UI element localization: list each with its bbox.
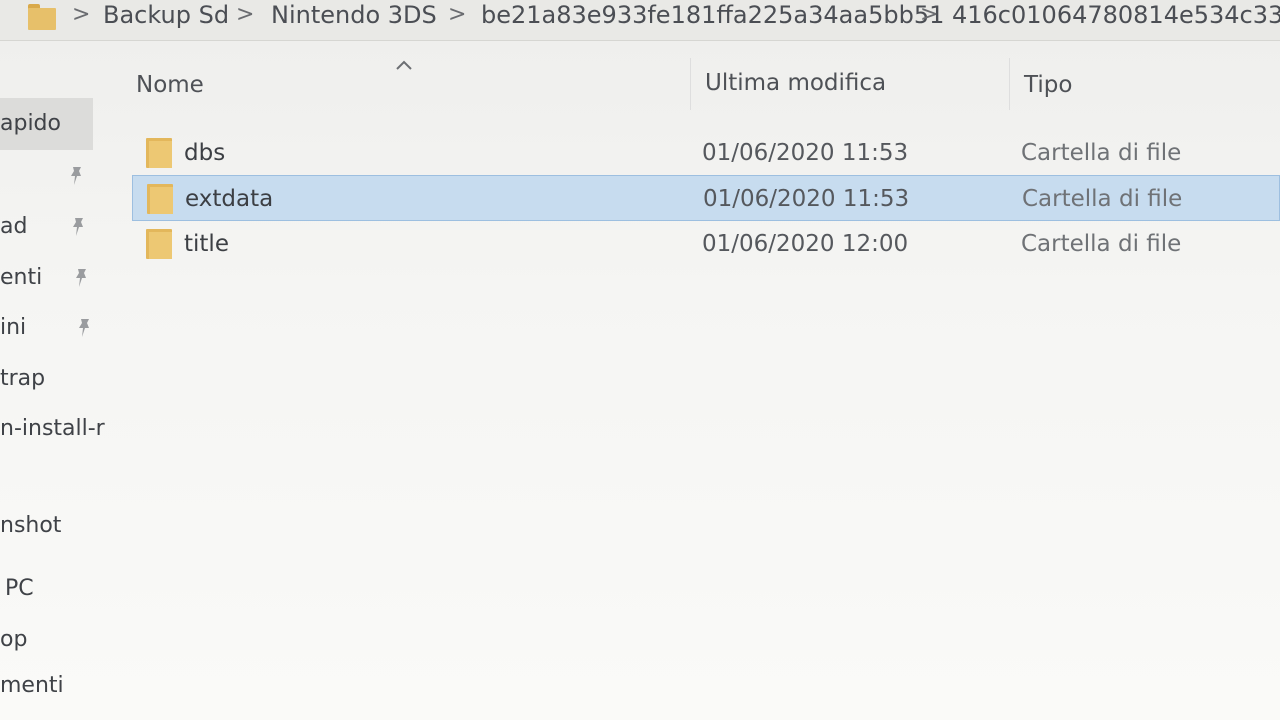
folder-icon [146,138,172,168]
file-modified: 01/06/2020 11:53 [703,186,910,212]
nav-item-label: menti [0,673,64,698]
file-explorer-window: > Backup Sd > Nintendo 3DS > be21a83e933… [0,0,1280,720]
column-header-modified[interactable]: Ultima modifica [705,70,886,96]
file-type: Cartella di file [1021,140,1182,166]
nav-item-label: n-install-r [0,416,105,441]
pin-icon[interactable] [74,317,94,339]
nav-item-label: trap [0,366,46,391]
breadcrumb-separator: > [72,2,91,27]
column-divider[interactable] [690,58,691,110]
breadcrumb-separator[interactable]: > [448,0,466,30]
column-divider[interactable] [1009,58,1010,110]
table-row[interactable]: dbs 01/06/2020 11:53 Cartella di file [132,130,1280,176]
column-header-name[interactable]: Nome [136,72,204,98]
table-row[interactable]: extdata 01/06/2020 11:53 Cartella di fil… [132,175,1280,221]
breadcrumb-item-id1[interactable]: 416c01064780814e534c3332 [952,0,1280,30]
nav-item-label: nshot [0,513,62,538]
nav-item-desktop[interactable]: op [0,625,27,655]
nav-item-install[interactable]: n-install-r [0,414,105,444]
sort-ascending-icon [396,60,412,70]
nav-item-label: PC [5,576,34,601]
file-name: extdata [185,186,274,212]
nav-item-downloads[interactable]: ad [0,212,27,242]
nav-item-documents[interactable]: enti [0,263,42,293]
nav-item-this-pc[interactable]: PC [5,574,34,604]
file-name: title [184,231,229,257]
pin-icon[interactable] [71,267,91,289]
file-modified: 01/06/2020 11:53 [702,140,909,166]
file-type: Cartella di file [1021,231,1182,257]
column-header-type[interactable]: Tipo [1024,72,1072,98]
nav-item-documents-pc[interactable]: menti [0,671,64,701]
folder-icon [147,184,173,214]
nav-item-screenshot[interactable]: nshot [0,511,61,541]
breadcrumb-separator[interactable]: > [920,0,938,30]
folder-icon [28,4,56,30]
nav-item-label: ini [0,315,27,340]
nav-item-quick-access[interactable]: apido [0,98,93,150]
table-row[interactable]: title 01/06/2020 12:00 Cartella di file [132,221,1280,267]
file-name: dbs [184,140,226,166]
breadcrumb[interactable]: > Backup Sd > Nintendo 3DS > be21a83e933… [0,0,1280,41]
nav-item-trap[interactable]: trap [0,364,45,394]
folder-icon [146,229,172,259]
nav-item-label: op [0,627,28,652]
nav-item-label: enti [0,265,43,290]
pin-icon[interactable] [68,216,88,238]
nav-item-label: ad [0,214,28,239]
navigation-pane: apido ad enti ini trap n-install-r nshot… [0,41,108,720]
breadcrumb-item-nintendo-3ds[interactable]: Nintendo 3DS [271,0,437,30]
file-type: Cartella di file [1022,186,1183,212]
nav-item-label: apido [0,111,61,136]
pin-icon[interactable] [66,165,86,187]
breadcrumb-separator[interactable]: > [236,0,254,30]
breadcrumb-item-backup-sd[interactable]: Backup Sd [103,0,229,30]
file-modified: 01/06/2020 12:00 [702,231,909,257]
nav-item-images[interactable]: ini [0,313,26,343]
breadcrumb-item-id0[interactable]: be21a83e933fe181ffa225a34aa5bb51 [481,0,944,30]
